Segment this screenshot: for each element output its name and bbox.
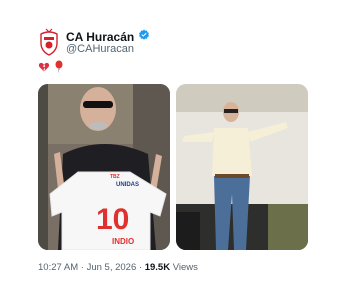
club-crest-icon[interactable] bbox=[38, 28, 60, 56]
tweet-header: CA Huracán @CAHuracan bbox=[38, 28, 318, 56]
tweet-date[interactable]: Jun 5, 2026 bbox=[87, 262, 137, 273]
views-label: Views bbox=[172, 262, 198, 273]
tweet-meta: 10:27 AM · Jun 5, 2026 · 19.5K Views bbox=[38, 262, 198, 273]
broken-heart-emoji bbox=[38, 60, 50, 78]
meta-separator-2: · bbox=[138, 262, 143, 273]
photo-man-performing-on-stage[interactable] bbox=[176, 84, 308, 250]
tweet-time[interactable]: 10:27 AM bbox=[38, 262, 78, 273]
tweet-text bbox=[38, 60, 64, 78]
verified-badge-icon bbox=[138, 28, 150, 46]
views-count: 19.5K bbox=[144, 262, 171, 273]
jersey-sponsor: UNIDAS bbox=[116, 182, 139, 188]
balloon-emoji bbox=[54, 60, 64, 78]
handle[interactable]: @CAHuracan bbox=[66, 43, 134, 56]
jersey-name: INDIO bbox=[112, 237, 134, 246]
media-grid: UNIDAS TBZ 10 INDIO bbox=[38, 84, 308, 250]
display-name[interactable]: CA Huracán bbox=[66, 30, 134, 44]
meta-separator: · bbox=[80, 262, 84, 273]
jersey-number: 10 bbox=[96, 203, 129, 236]
jersey-brand: TBZ bbox=[110, 174, 120, 180]
photo-man-holding-jersey[interactable]: UNIDAS TBZ 10 INDIO bbox=[38, 84, 170, 250]
